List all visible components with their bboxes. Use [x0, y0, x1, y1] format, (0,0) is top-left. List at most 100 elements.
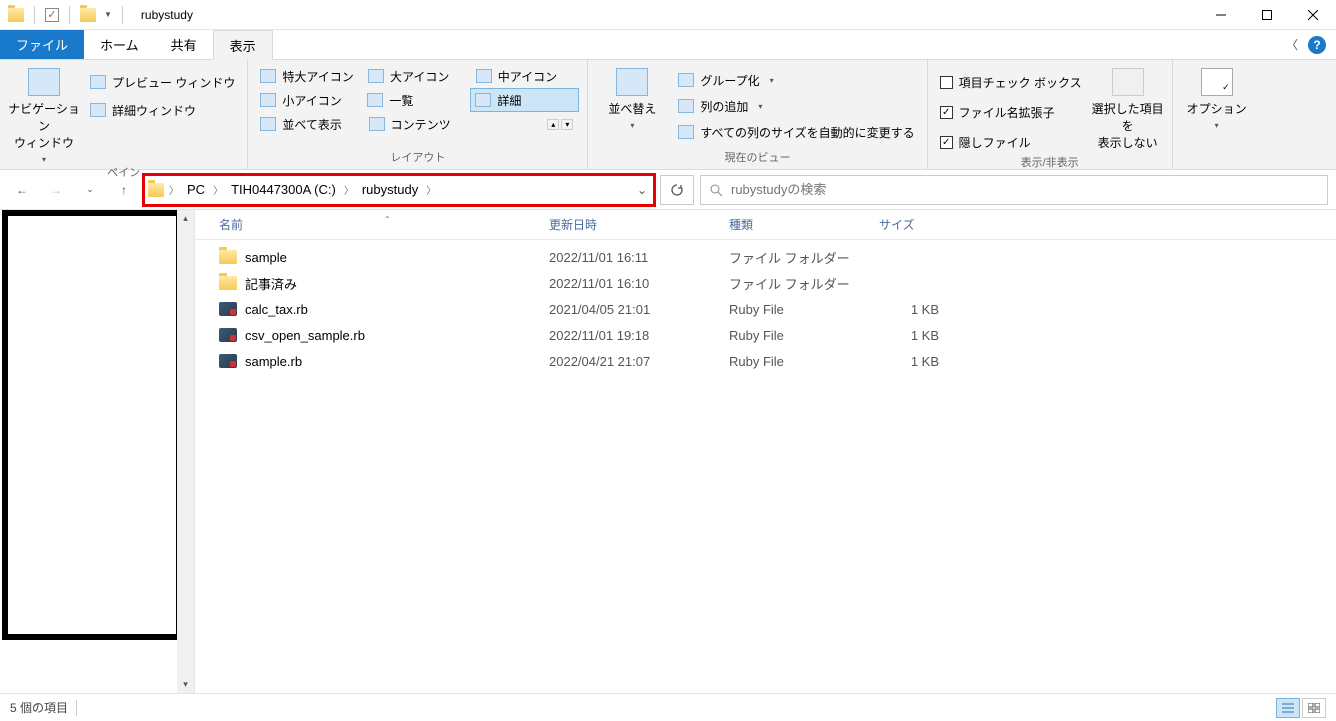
layout-detail-button[interactable]: 詳細: [470, 88, 579, 112]
file-type: Ruby File: [729, 328, 879, 343]
layout-list-button[interactable]: 一覧: [363, 88, 470, 112]
ribbon-group-options: ✓ オプション ▾: [1173, 60, 1261, 169]
file-name: 記事済み: [245, 274, 297, 293]
ribbon-group-layout: 特大アイコン 大アイコン 中アイコン 小アイコン 一覧 詳細 並べて表示 コンテ…: [248, 60, 588, 169]
layout-l-button[interactable]: 大アイコン: [364, 64, 472, 88]
layout-content-button[interactable]: コンテンツ: [365, 112, 473, 136]
file-type: ファイル フォルダー: [729, 274, 879, 293]
scrollbar[interactable]: ▴ ▾: [177, 210, 194, 693]
layout-scroll-up-icon[interactable]: ▴: [547, 119, 559, 130]
scroll-up-icon[interactable]: ▴: [177, 210, 194, 227]
group-label-layout: レイアウト: [256, 149, 579, 167]
file-date: 2022/11/01 19:18: [549, 328, 729, 343]
autosize-button[interactable]: すべての列のサイズを自動的に変更する: [674, 120, 918, 144]
chevron-right-icon[interactable]: 〉: [342, 182, 356, 197]
titlebar: ✓ ▼ rubystudy: [0, 0, 1336, 30]
ribbon-group-panes: ナビゲーション ウィンドウ ▾ プレビュー ウィンドウ 詳細ウィンドウ ペイン: [0, 60, 248, 169]
file-type: Ruby File: [729, 354, 879, 369]
checkbox-extensions[interactable]: ✓ファイル名拡張子: [936, 100, 1086, 124]
up-button[interactable]: ↑: [110, 176, 138, 204]
column-headers: 名前 ⌃ 更新日時 種類 サイズ: [195, 210, 1336, 240]
address-dropdown-icon[interactable]: ⌄: [631, 183, 653, 197]
folder-icon: [219, 250, 237, 264]
file-size: 1 KB: [879, 302, 979, 317]
preview-pane-button[interactable]: プレビュー ウィンドウ: [86, 70, 239, 94]
nav-pane-label: ナビゲーション ウィンドウ: [8, 100, 80, 151]
search-input[interactable]: [731, 182, 1319, 197]
checkbox-item-checkboxes[interactable]: 項目チェック ボックス: [936, 70, 1086, 94]
layout-xl-button[interactable]: 特大アイコン: [256, 64, 364, 88]
collapse-ribbon-icon[interactable]: 〈: [1286, 36, 1298, 53]
content-icon: [369, 117, 385, 131]
tab-share[interactable]: 共有: [155, 30, 213, 59]
add-column-button[interactable]: 列の追加▾: [674, 94, 918, 118]
sort-indicator-icon: ⌃: [384, 215, 391, 224]
minimize-button[interactable]: [1198, 0, 1244, 30]
file-name: sample.rb: [245, 354, 302, 369]
ribbon-group-current-view: 並べ替え ▾ グループ化▾ 列の追加▾ すべての列のサイズを自動的に変更する 現…: [588, 60, 927, 169]
chevron-right-icon[interactable]: 〉: [167, 182, 181, 197]
tab-file[interactable]: ファイル: [0, 30, 84, 59]
options-button[interactable]: ✓ オプション ▾: [1181, 64, 1253, 130]
s-icon: [260, 93, 276, 107]
view-icons-button[interactable]: [1302, 698, 1326, 718]
column-size[interactable]: サイズ: [879, 216, 979, 233]
help-icon[interactable]: ?: [1308, 36, 1326, 54]
l-icon: [368, 69, 384, 83]
group-label-showhide: 表示/非表示: [936, 154, 1164, 172]
file-type: ファイル フォルダー: [729, 248, 879, 267]
table-row[interactable]: csv_open_sample.rb2022/11/01 19:18Ruby F…: [195, 322, 1336, 348]
scroll-down-icon[interactable]: ▾: [177, 676, 194, 693]
layout-tile-button[interactable]: 並べて表示: [256, 112, 364, 136]
hide-selected-button[interactable]: 選択した項目を 表示しない: [1092, 64, 1164, 151]
close-button[interactable]: [1290, 0, 1336, 30]
table-row[interactable]: sample2022/11/01 16:11ファイル フォルダー: [195, 244, 1336, 270]
view-details-button[interactable]: [1276, 698, 1300, 718]
layout-m-button[interactable]: 中アイコン: [472, 64, 580, 88]
checkbox-icon: ✓: [940, 106, 953, 119]
preview-pane-icon: [90, 75, 106, 89]
qat-folder-icon[interactable]: [80, 8, 96, 22]
forward-button[interactable]: →: [42, 176, 70, 204]
recent-dropdown-icon[interactable]: ⌄: [76, 176, 104, 204]
table-row[interactable]: sample.rb2022/04/21 21:07Ruby File1 KB: [195, 348, 1336, 374]
layout-s-button[interactable]: 小アイコン: [256, 88, 363, 112]
address-bar[interactable]: 〉 PC 〉 TIH0447300A (C:) 〉 rubystudy 〉 ⌄: [144, 175, 654, 205]
details-pane-button[interactable]: 詳細ウィンドウ: [86, 98, 239, 122]
refresh-button[interactable]: [660, 175, 694, 205]
ruby-file-icon: [219, 302, 237, 316]
breadcrumb[interactable]: PC: [181, 176, 211, 204]
sort-button[interactable]: 並べ替え ▾: [596, 64, 668, 130]
ribbon: ナビゲーション ウィンドウ ▾ プレビュー ウィンドウ 詳細ウィンドウ ペイン …: [0, 60, 1336, 170]
table-row[interactable]: calc_tax.rb2021/04/05 21:01Ruby File1 KB: [195, 296, 1336, 322]
checkbox-icon: [940, 76, 953, 89]
folder-icon: [219, 276, 237, 290]
chevron-right-icon[interactable]: 〉: [424, 182, 438, 197]
column-name[interactable]: 名前 ⌃: [219, 216, 549, 233]
group-by-button[interactable]: グループ化▾: [674, 68, 918, 92]
window-title: rubystudy: [141, 8, 193, 22]
ribbon-tabs: ファイル ホーム 共有 表示 〈 ?: [0, 30, 1336, 60]
table-row[interactable]: 記事済み2022/11/01 16:10ファイル フォルダー: [195, 270, 1336, 296]
search-box[interactable]: [700, 175, 1328, 205]
navigation-pane[interactable]: ▴ ▾: [0, 210, 195, 693]
checkbox-hidden-files[interactable]: ✓隠しファイル: [936, 130, 1086, 154]
breadcrumb[interactable]: rubystudy: [356, 176, 424, 204]
nav-pane-button[interactable]: ナビゲーション ウィンドウ ▾: [8, 64, 80, 164]
layout-scroll-down-icon[interactable]: ▾: [561, 119, 573, 130]
chevron-right-icon[interactable]: 〉: [211, 182, 225, 197]
maximize-button[interactable]: [1244, 0, 1290, 30]
file-size: 1 KB: [879, 354, 979, 369]
tab-view[interactable]: 表示: [213, 30, 273, 60]
column-date[interactable]: 更新日時: [549, 216, 729, 233]
breadcrumb[interactable]: TIH0447300A (C:): [225, 176, 342, 204]
qat-dropdown-icon[interactable]: ▼: [104, 10, 112, 19]
content-area: ▴ ▾ 名前 ⌃ 更新日時 種類 サイズ sample2022/11/01 16…: [0, 210, 1336, 693]
tab-home[interactable]: ホーム: [84, 30, 155, 59]
status-bar: 5 個の項目: [0, 693, 1336, 721]
back-button[interactable]: ←: [8, 176, 36, 204]
ribbon-group-show-hide: 項目チェック ボックス ✓ファイル名拡張子 ✓隠しファイル 選択した項目を 表示…: [928, 60, 1173, 169]
qat-properties-icon[interactable]: ✓: [45, 8, 59, 22]
hide-selected-icon: [1112, 68, 1144, 96]
column-type[interactable]: 種類: [729, 216, 879, 233]
